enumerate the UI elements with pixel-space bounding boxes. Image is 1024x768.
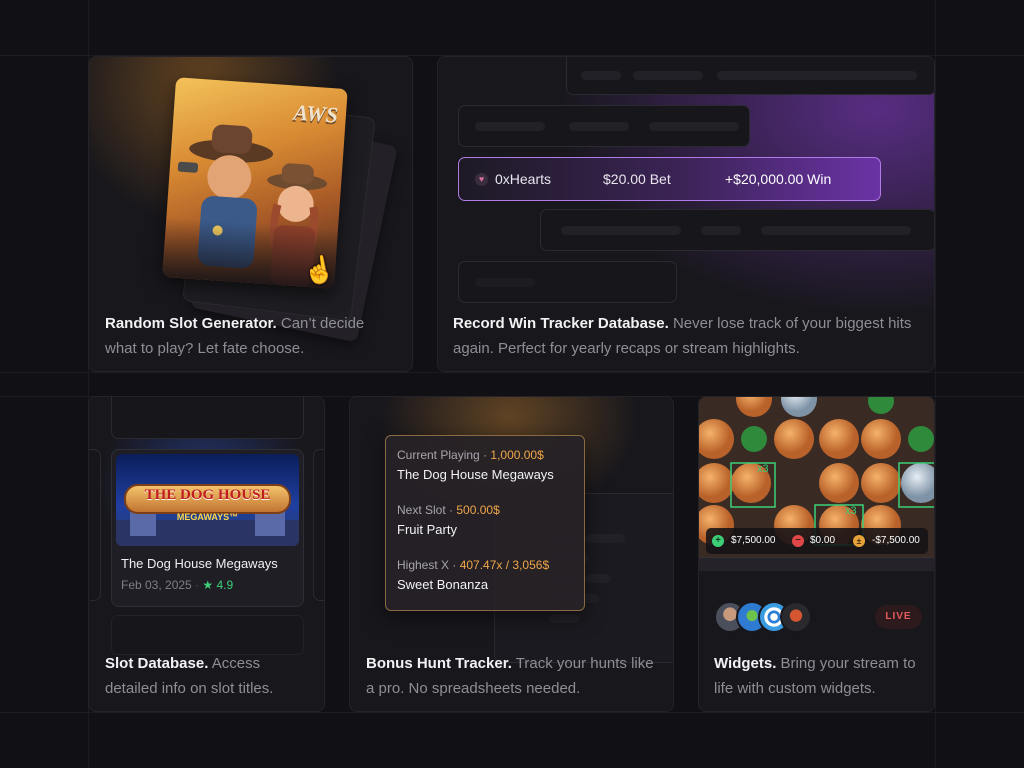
stat-value: $7,500.00 <box>731 535 776 546</box>
card-title: Random Slot Generator. <box>105 315 277 332</box>
live-badge: LIVE <box>875 605 922 629</box>
hunt-entry-slot: Sweet Bonanza <box>397 577 489 592</box>
balance-icon: ± <box>853 535 865 547</box>
slot-tile-placeholder <box>111 615 304 655</box>
hunt-entry-label: Highest X <box>397 558 450 572</box>
slot-name: The Dog House Megaways <box>121 556 278 571</box>
bet-amount: $20.00 Bet <box>603 171 671 187</box>
grid-line <box>935 0 936 768</box>
grid-line <box>0 712 1024 713</box>
slot-thumbnail: THE DOG HOUSE MEGAWAYS™ <box>116 454 299 546</box>
card-description: Record Win Tracker Database. Never lose … <box>453 311 923 361</box>
card-description: Random Slot Generator. Can’t decide what… <box>105 311 400 361</box>
slot-logo-subtitle: MEGAWAYS™ <box>176 512 239 522</box>
card-title: Slot Database. <box>105 655 209 672</box>
profit-plus-icon: + <box>712 535 724 547</box>
multiplier-label: x3 <box>757 463 769 475</box>
hunt-entry-label: Next Slot <box>397 503 446 517</box>
avatar <box>780 601 812 633</box>
card-slot-generator[interactable]: AWS ☝ Random Slot Generator. Can’t decid… <box>88 56 413 372</box>
highlighted-win-row[interactable]: ♥ 0xHearts $20.00 Bet +$20,000.00 Win <box>458 157 881 201</box>
hand-cursor-icon: ☝ <box>300 252 338 288</box>
loss-minus-icon: − <box>792 535 804 547</box>
hunt-entry-value: 407.47x / 3,056$ <box>459 558 550 572</box>
card-description: Slot Database. Access detailed info on s… <box>105 651 315 701</box>
tracker-row-placeholder <box>458 105 750 147</box>
hunt-entry: Next Slot · 500.00$ Fruit Party <box>397 503 500 537</box>
heart-icon: ♥ <box>475 173 488 186</box>
hunt-entry-label: Current Playing <box>397 448 480 462</box>
star-icon: ★ <box>202 578 214 592</box>
card-slot-database[interactable]: THE DOG HOUSE MEGAWAYS™ The Dog House Me… <box>88 396 325 712</box>
grid-line <box>0 372 1024 373</box>
slot-tile-placeholder <box>89 449 101 601</box>
widget-stats-bar: + $7,500.00 − $0.00 ± -$7,500.00 <box>706 528 928 554</box>
slot-tile[interactable]: THE DOG HOUSE MEGAWAYS™ The Dog House Me… <box>111 449 304 607</box>
slot-logo-title: THE DOG HOUSE <box>144 487 271 503</box>
tracker-row-placeholder <box>540 209 934 251</box>
stat-value: -$7,500.00 <box>872 535 920 546</box>
card-description: Widgets. Bring your stream to life with … <box>714 651 924 701</box>
winner-username: 0xHearts <box>495 171 552 187</box>
slot-tile-placeholder <box>313 449 324 601</box>
slot-tile-placeholder <box>111 397 304 439</box>
slot-date: Feb 03, 2025 <box>121 578 192 592</box>
card-title: Bonus Hunt Tracker. <box>366 655 512 672</box>
card-title: Widgets. <box>714 655 777 672</box>
card-bonus-hunt[interactable]: Current Playing · 1,000.00$ The Dog Hous… <box>349 396 674 712</box>
hunt-entry: Highest X · 407.47x / 3,056$ Sweet Bonan… <box>397 558 550 592</box>
tracker-row-placeholder <box>458 261 677 303</box>
card-description: Bonus Hunt Tracker. Track your hunts lik… <box>366 651 661 701</box>
hunt-entry-value: 500.00$ <box>456 503 500 517</box>
slot-reel-widget: x3 x3 + $7,500.00 − $0.00 ± -$7,500.00 <box>699 397 934 565</box>
stat-value: $0.00 <box>810 535 836 546</box>
bonus-hunt-panel: Current Playing · 1,000.00$ The Dog Hous… <box>385 435 585 611</box>
hunt-entry-slot: Fruit Party <box>397 522 457 537</box>
win-amount: +$20,000.00 Win <box>725 171 832 187</box>
card-win-tracker[interactable]: ♥ 0xHearts $20.00 Bet +$20,000.00 Win Re… <box>437 56 935 372</box>
slot-rating: 4.9 <box>216 578 234 592</box>
hunt-entry-value: 1,000.00$ <box>490 448 544 462</box>
hunt-entry-slot: The Dog House Megaways <box>397 467 554 482</box>
card-widgets[interactable]: x3 x3 + $7,500.00 − $0.00 ± -$7,500.00 L… <box>698 396 935 712</box>
multiplier-label: x3 <box>845 505 857 517</box>
card-title: Record Win Tracker Database. <box>453 315 669 332</box>
hunt-entry: Current Playing · 1,000.00$ The Dog Hous… <box>397 448 554 482</box>
tracker-row-placeholder <box>566 57 934 95</box>
